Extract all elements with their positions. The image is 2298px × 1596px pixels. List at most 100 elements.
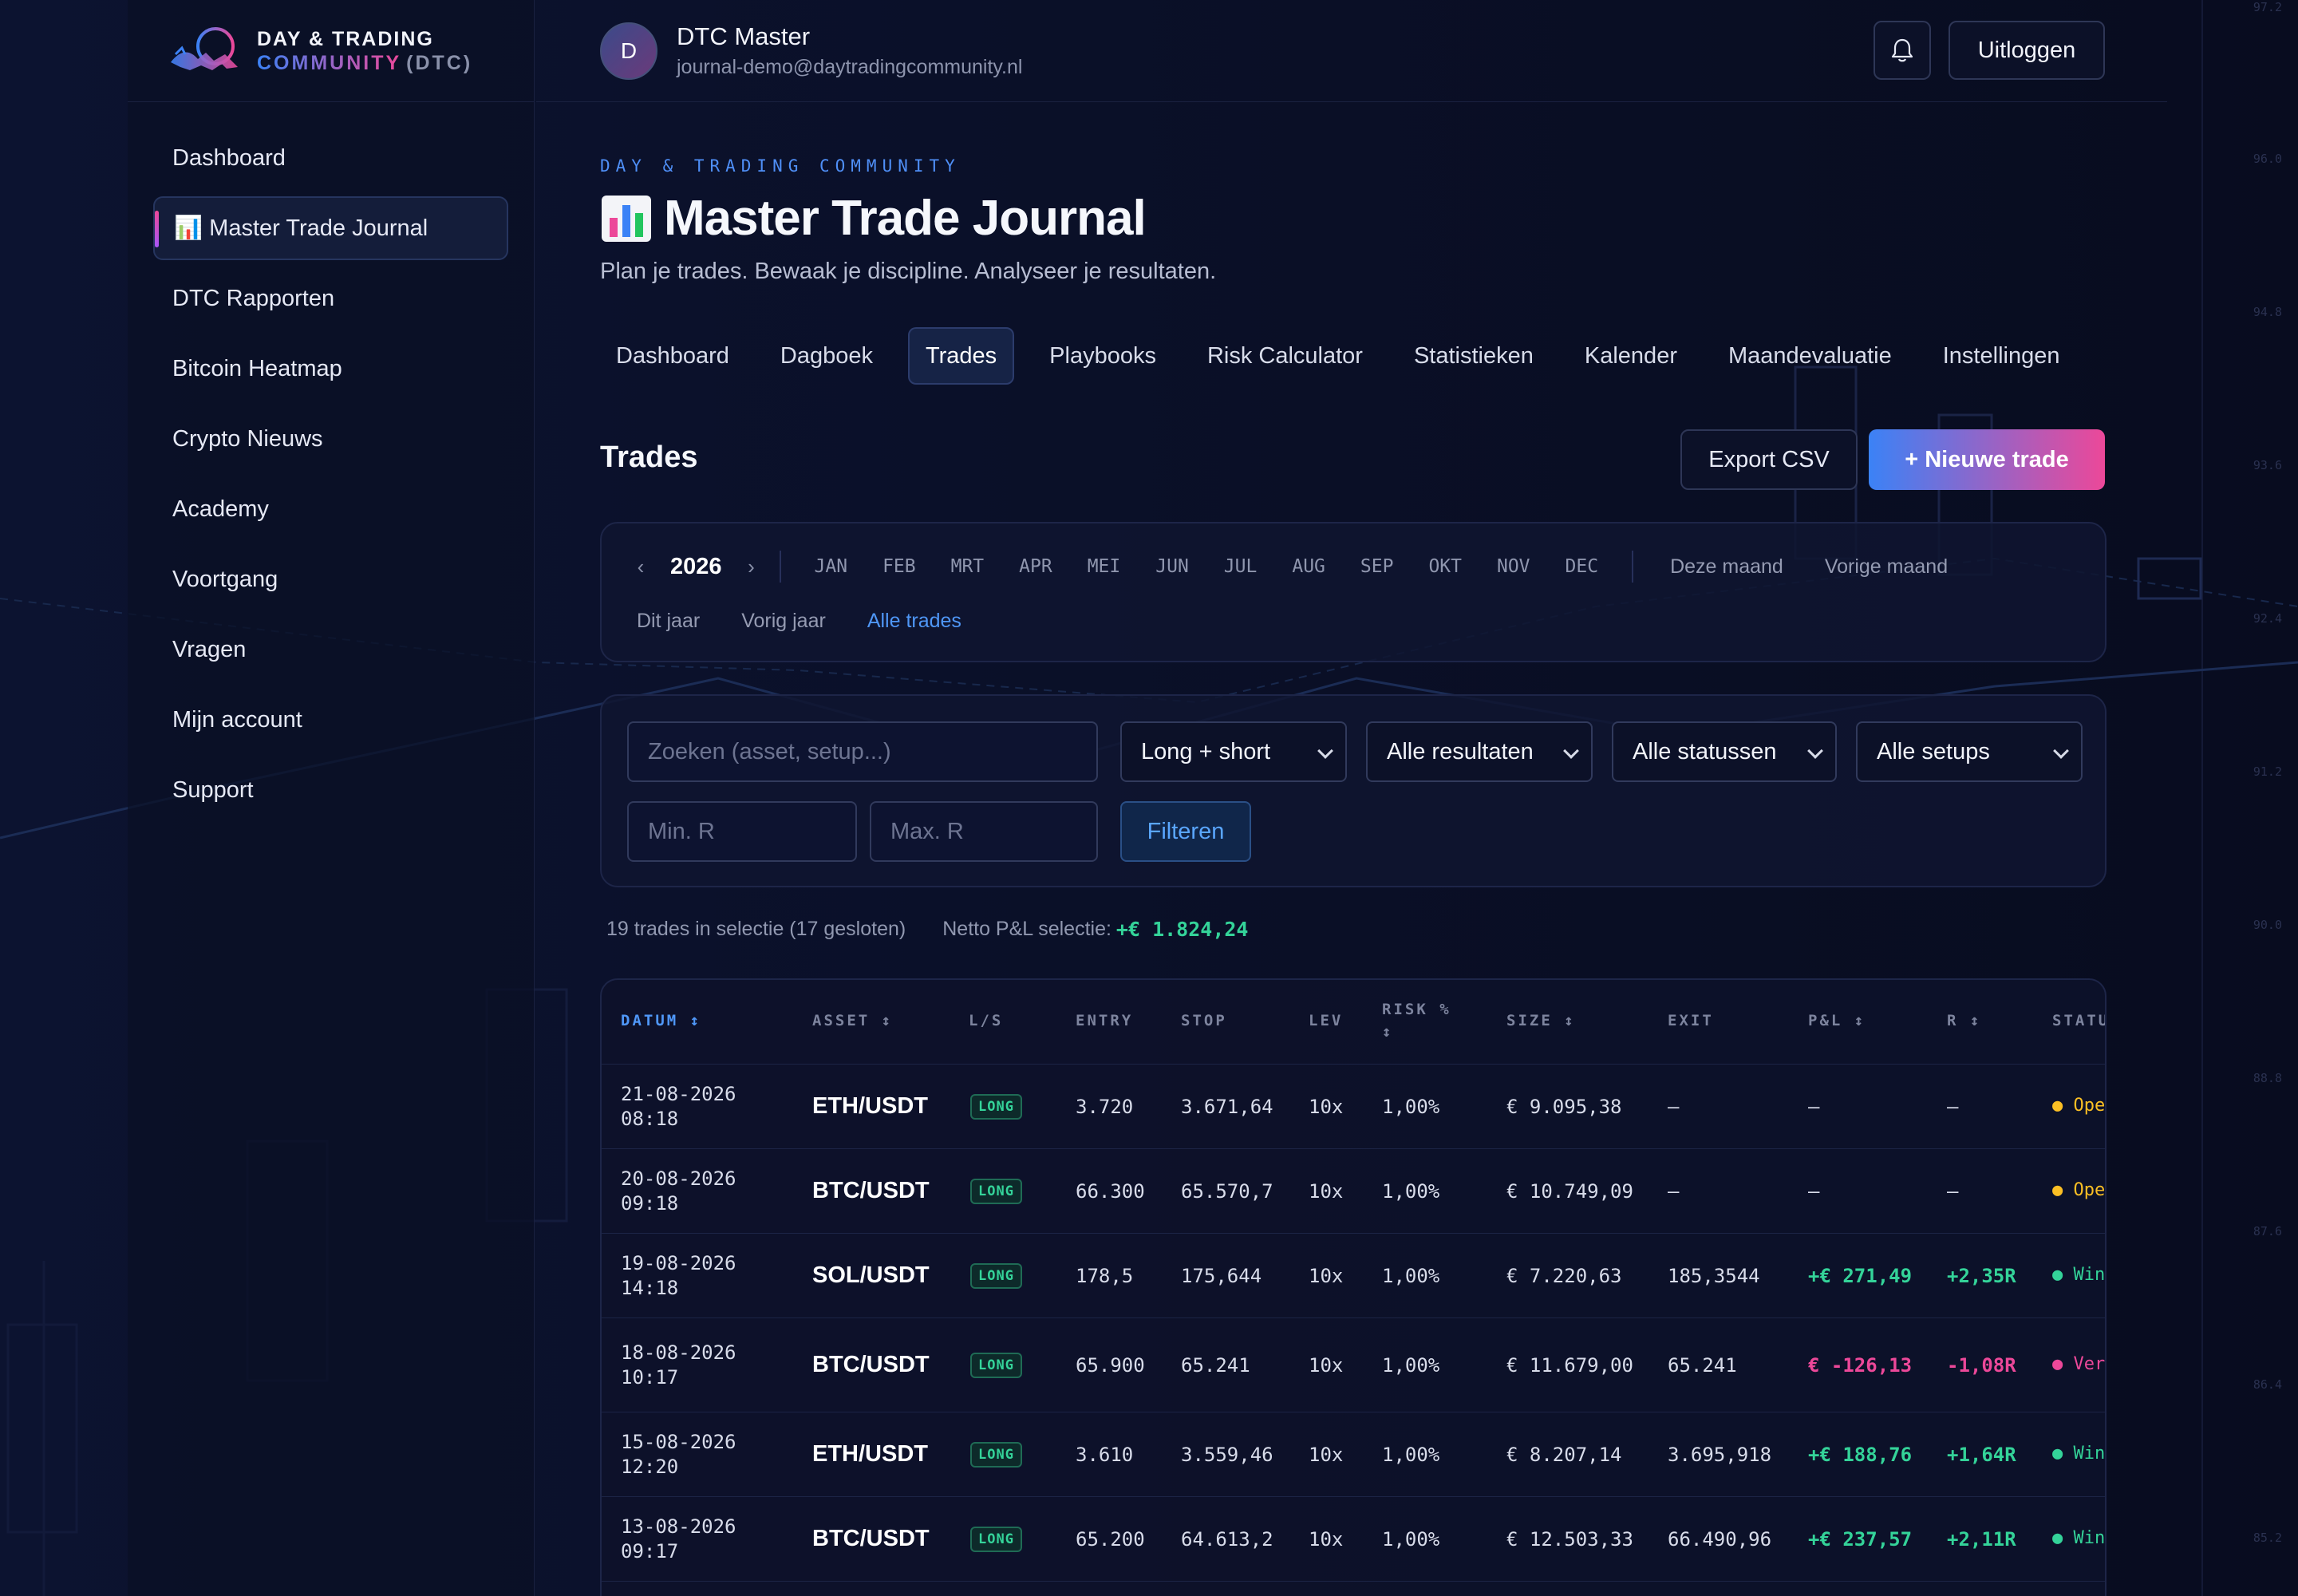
brand[interactable]: DAY & TRADING COMMUNITY (DTC) (128, 0, 534, 102)
prev-year-chevron-icon[interactable]: ‹ (629, 555, 653, 579)
exit-cell: — (1668, 1096, 1680, 1118)
column-risk[interactable]: RISK % (1382, 1001, 1451, 1018)
status-select[interactable]: Alle statussen (1612, 721, 1837, 782)
trade-time: 09:17 (621, 1540, 679, 1562)
stop-cell: 65.241 (1181, 1354, 1250, 1377)
month-apr[interactable]: APR (1019, 556, 1052, 577)
trade-date: 20-08-2026 (621, 1167, 736, 1190)
month-nov[interactable]: NOV (1497, 556, 1530, 577)
column-asset[interactable]: ASSET ↕ (812, 1012, 893, 1029)
quick-alle-trades[interactable]: Alle trades (867, 610, 961, 633)
tab-playbooks[interactable]: Playbooks (1033, 327, 1172, 385)
tab-dagboek[interactable]: Dagboek (764, 327, 889, 385)
tab-instellingen[interactable]: Instellingen (1927, 327, 2076, 385)
column-pnl[interactable]: P&L ↕ (1808, 1012, 1866, 1029)
bg-axis-label: 90.0 (2253, 918, 2282, 932)
trade-time: 09:18 (621, 1192, 679, 1215)
bg-axis-label: 96.0 (2253, 152, 2282, 166)
quick-vorig-jaar[interactable]: Vorig jaar (741, 610, 826, 633)
risk-cell: 1,00% (1382, 1444, 1440, 1466)
sidebar-item-mijn-account[interactable]: Mijn account (153, 688, 508, 752)
trade-date: 19-08-2026 (621, 1252, 736, 1274)
tab-risk-calculator[interactable]: Risk Calculator (1191, 327, 1379, 385)
side-badge: LONG (970, 1527, 1022, 1552)
month-aug[interactable]: AUG (1292, 556, 1325, 577)
bg-axis-label: 94.8 (2253, 305, 2282, 319)
results-select[interactable]: Alle resultaten (1366, 721, 1593, 782)
table-row[interactable]: 20-08-2026 09:18 LONG BTC/USDT 66.300 65.570,… (602, 1149, 2105, 1234)
new-trade-button[interactable]: + Nieuwe trade (1869, 429, 2105, 490)
date-cell: 18-08-2026 10:17 (621, 1341, 736, 1390)
asset-cell: BTC/USDT (812, 1178, 930, 1203)
sidebar-item-support[interactable]: Support (153, 758, 508, 822)
netto-label: Netto P&L selectie: (942, 918, 1111, 940)
setups-select[interactable]: Alle setups (1856, 721, 2083, 782)
sidebar-item-dashboard[interactable]: Dashboard (153, 126, 508, 190)
min-r-input[interactable]: Min. R (627, 801, 857, 862)
logout-button[interactable]: Uitloggen (1949, 21, 2105, 80)
date-cell: 20-08-2026 09:18 (621, 1167, 736, 1216)
side-badge: LONG (970, 1442, 1022, 1468)
table-row[interactable]: 21-08-2026 08:18 LONG ETH/USDT 3.720 3.671,64… (602, 1065, 2105, 1149)
quick-dit-jaar[interactable]: Dit jaar (637, 610, 700, 633)
notifications-button[interactable] (1874, 21, 1931, 80)
month-mrt[interactable]: MRT (951, 556, 985, 577)
month-jun[interactable]: JUN (1155, 556, 1189, 577)
tab-statistieken[interactable]: Statistieken (1398, 327, 1550, 385)
export-csv-button[interactable]: Export CSV (1680, 429, 1858, 490)
table-row[interactable]: 18-08-2026 10:17 LONG BTC/USDT 65.900 65.241 1… (602, 1318, 2106, 1412)
bg-axis-label: 91.2 (2253, 764, 2282, 779)
side-badge: LONG (970, 1094, 1022, 1120)
tab-dashboard[interactable]: Dashboard (600, 327, 745, 385)
direction-select[interactable]: Long + short (1120, 721, 1347, 782)
tab-trades[interactable]: Trades (907, 327, 1015, 385)
filter-button[interactable]: Filteren (1120, 801, 1251, 862)
max-r-input[interactable]: Max. R (870, 801, 1098, 862)
month-feb[interactable]: FEB (882, 556, 916, 577)
r-multiple-cell: — (1947, 1096, 1959, 1118)
month-mei[interactable]: MEI (1088, 556, 1121, 577)
sidebar-item-crypto-nieuws[interactable]: Crypto Nieuws (153, 407, 508, 471)
leverage-cell: 10x (1309, 1096, 1344, 1118)
column-datum[interactable]: DATUM ↕ (621, 1012, 701, 1029)
bull-bear-logo-icon (171, 26, 238, 70)
table-row[interactable]: 19-08-2026 14:18 LONG SOL/USDT 178,5 175,644 1… (602, 1234, 2106, 1318)
month-okt[interactable]: OKT (1428, 556, 1462, 577)
bg-axis-label: 85.2 (2253, 1531, 2282, 1545)
status-badge: ● Win (2052, 1265, 2106, 1285)
date-cell: 13-08-2026 09:17 (621, 1515, 736, 1564)
tab-maandevaluatie[interactable]: Maandevaluatie (1712, 327, 1908, 385)
next-year-chevron-icon[interactable]: › (740, 555, 764, 579)
search-input[interactable]: Zoeken (asset, setup...) (627, 721, 1098, 782)
sidebar-item-academy[interactable]: Academy (153, 477, 508, 541)
bg-axis-label: 87.6 (2253, 1224, 2282, 1238)
sidebar-item-voortgang[interactable]: Voortgang (153, 547, 508, 611)
sidebar-item-vragen[interactable]: Vragen (153, 618, 508, 681)
avatar[interactable]: D (600, 22, 657, 80)
column-risk-sort[interactable]: ↕ (1382, 1023, 1393, 1041)
month-jul[interactable]: JUL (1224, 556, 1258, 577)
sidebar-item-dtc-rapporten[interactable]: DTC Rapporten (153, 267, 508, 330)
table-row[interactable]: 13-08-2026 09:17 LONG BTC/USDT 65.200 64.613,… (602, 1497, 2105, 1582)
trade-time: 14:18 (621, 1277, 679, 1299)
sidebar-item-master-trade-journal[interactable]: 📊 Master Trade Journal (153, 196, 508, 260)
bg-axis-label: 88.8 (2253, 1071, 2282, 1085)
size-cell: € 10.749,09 (1506, 1180, 1633, 1203)
quick-deze-maand[interactable]: Deze maand (1670, 555, 1783, 579)
column-r[interactable]: R ↕ (1947, 1012, 1981, 1029)
quick-vorige-maand[interactable]: Vorige maand (1825, 555, 1948, 579)
month-dec[interactable]: DEC (1566, 556, 1599, 577)
side-badge: LONG (970, 1179, 1022, 1204)
trade-date: 21-08-2026 (621, 1083, 736, 1105)
sidebar-item-bitcoin-heatmap[interactable]: Bitcoin Heatmap (153, 337, 508, 401)
sidebar: DAY & TRADING COMMUNITY (DTC) Dashboard 📊… (128, 0, 535, 1596)
brand-dtc: (DTC) (406, 51, 473, 74)
month-jan[interactable]: JAN (815, 556, 848, 577)
exit-cell: — (1668, 1180, 1680, 1203)
table-row[interactable]: 15-08-2026 12:20 LONG ETH/USDT 3.610 3.559,46… (602, 1412, 2105, 1497)
status-badge: ● Verlies (2052, 1354, 2106, 1374)
side-badge: LONG (970, 1263, 1022, 1289)
month-sep[interactable]: SEP (1360, 556, 1394, 577)
tab-kalender[interactable]: Kalender (1569, 327, 1693, 385)
column-size[interactable]: SIZE ↕ (1506, 1012, 1576, 1029)
